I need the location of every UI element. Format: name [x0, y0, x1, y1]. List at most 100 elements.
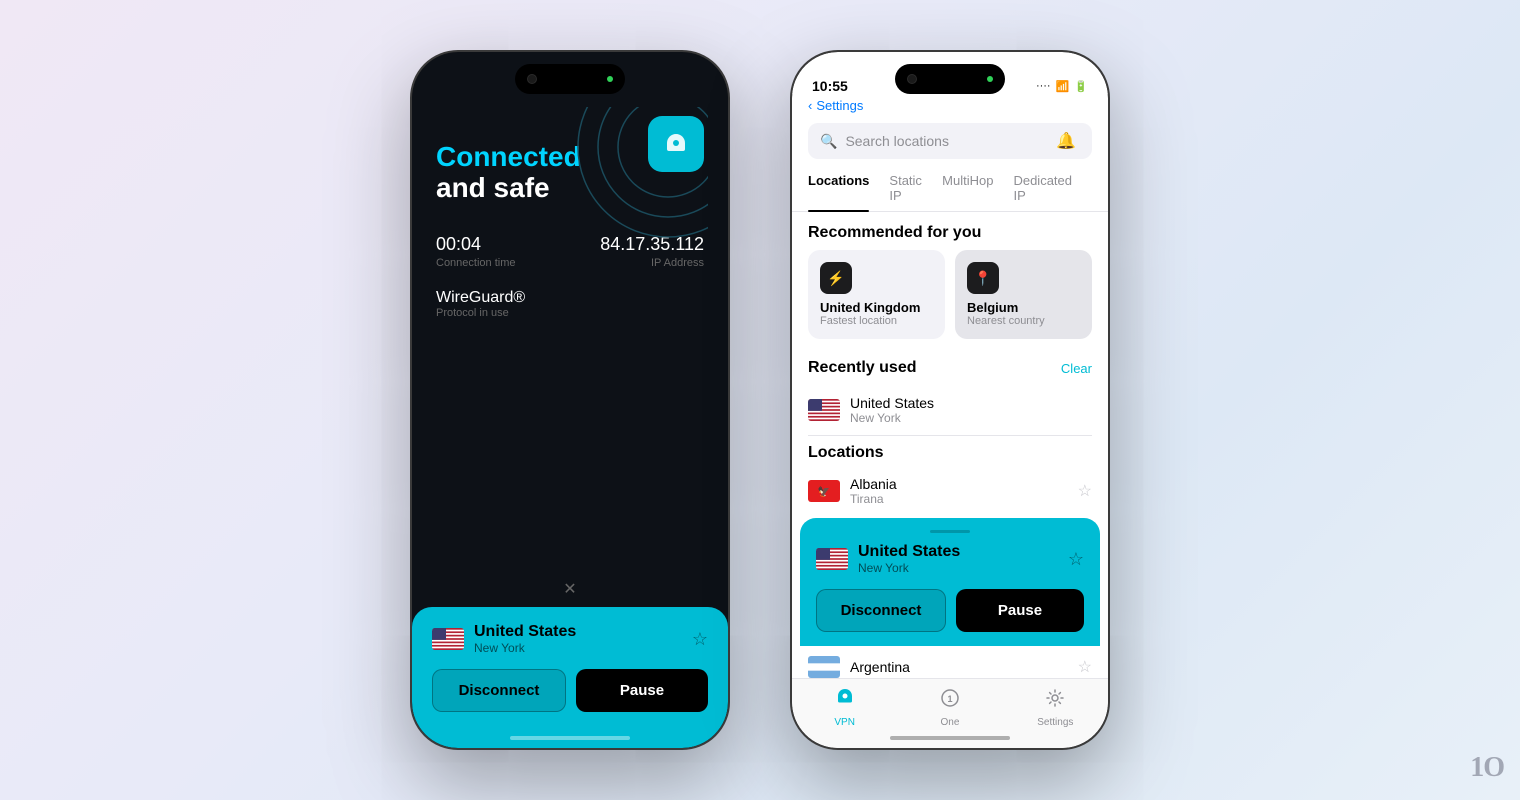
us-flag-active: [816, 548, 848, 570]
watermark: 1O: [1470, 752, 1504, 784]
belgium-sub: Nearest country: [967, 315, 1080, 327]
tab-bar-settings[interactable]: Settings: [1003, 687, 1108, 728]
argentina-flag: [808, 656, 840, 678]
location-info: United States New York: [432, 623, 576, 655]
disconnect-button[interactable]: Disconnect: [432, 669, 566, 712]
albania-flag: 🦅: [808, 480, 840, 502]
battery-icon: 🔋: [1074, 80, 1088, 93]
uk-sub: Fastest location: [820, 315, 933, 327]
tab-bar-one[interactable]: 1 One: [897, 687, 1002, 728]
camera-indicator: [527, 74, 537, 84]
phone1-screen: Connected and safe 00:04 Connection time…: [412, 52, 728, 748]
albania-country: Albania: [850, 476, 1068, 492]
active-location-info: United States New York: [816, 543, 960, 575]
svg-text:🦅: 🦅: [818, 485, 830, 498]
argentina-item[interactable]: Argentina ☆: [792, 646, 1108, 678]
argentina-info: Argentina: [850, 659, 1068, 675]
close-button[interactable]: ✕: [412, 579, 728, 599]
recommended-header: Recommended for you: [792, 212, 1108, 250]
connection-time-stat: 00:04 Connection time: [436, 234, 516, 269]
location-text: United States New York: [474, 623, 576, 655]
svg-text:1: 1: [947, 694, 952, 704]
activity-indicator-2: [987, 76, 993, 82]
back-chevron-icon: ‹: [808, 98, 812, 113]
active-country: United States: [858, 543, 960, 561]
albania-favorite-button[interactable]: ☆: [1078, 481, 1092, 501]
active-favorite-button[interactable]: ☆: [1068, 549, 1084, 570]
protocol-label: Protocol in use: [436, 307, 704, 319]
connection-time-label: Connection time: [436, 257, 516, 269]
home-indicator-2: [890, 736, 1010, 740]
tabs-bar: Locations Static IP MultiHop Dedicated I…: [792, 165, 1108, 212]
ip-address-label: IP Address: [600, 257, 704, 269]
drag-indicator: [930, 530, 970, 533]
active-panel-buttons: Disconnect Pause: [816, 589, 1084, 632]
pause-button[interactable]: Pause: [576, 669, 708, 712]
signal-dots: ····: [1036, 80, 1051, 92]
home-indicator: [510, 736, 630, 740]
activity-indicator: [607, 76, 613, 82]
albania-city: Tirana: [850, 492, 1068, 506]
phone1-bottom-panel: ✕: [412, 579, 728, 748]
recently-used-header: Recently used Clear: [792, 351, 1108, 385]
recommended-belgium[interactable]: 📍 Belgium Nearest country: [955, 250, 1092, 339]
recommended-uk[interactable]: ⚡ United Kingdom Fastest location: [808, 250, 945, 339]
recent-us-country: United States: [850, 395, 1092, 411]
connection-time-value: 00:04: [436, 234, 481, 254]
clear-button[interactable]: Clear: [1061, 361, 1092, 376]
vpn-logo: [648, 116, 704, 172]
search-icon: 🔍: [820, 133, 837, 150]
active-disconnect-button[interactable]: Disconnect: [816, 589, 946, 632]
vpn-tab-icon: [834, 687, 856, 715]
argentina-country: Argentina: [850, 659, 1068, 675]
us-flag-recent: [808, 399, 840, 421]
active-pause-button[interactable]: Pause: [956, 589, 1084, 632]
recent-us-info: United States New York: [850, 395, 1092, 425]
ip-address-stat: 84.17.35.112 IP Address: [600, 234, 704, 269]
protocol-name: WireGuard®: [436, 289, 704, 307]
status-time: 10:55: [812, 78, 848, 94]
bell-icon[interactable]: 🔔: [1056, 131, 1076, 151]
back-navigation[interactable]: ‹ Settings: [792, 94, 1108, 117]
one-tab-icon: 1: [939, 687, 961, 715]
tab-dedicated-ip[interactable]: Dedicated IP: [1013, 165, 1072, 211]
search-bar[interactable]: 🔍 Search locations 🔔: [808, 123, 1092, 159]
tab-locations[interactable]: Locations: [808, 165, 869, 211]
location-country: United States: [474, 623, 576, 641]
uk-country: United Kingdom: [820, 300, 933, 315]
albania-item[interactable]: 🦅 Albania Tirana ☆: [792, 466, 1108, 516]
power-button-2: [1108, 232, 1110, 322]
active-location-container: United States New York ☆ Disconnect Paus…: [792, 518, 1108, 646]
belgium-country: Belgium: [967, 300, 1080, 315]
fastest-icon: ⚡: [820, 262, 852, 294]
active-city: New York: [858, 561, 960, 575]
phone1-main: Connected and safe 00:04 Connection time…: [412, 52, 728, 748]
back-label: Settings: [816, 98, 863, 113]
stats-section: 00:04 Connection time 84.17.35.112 IP Ad…: [436, 234, 704, 269]
recent-us-item[interactable]: United States New York: [792, 385, 1108, 435]
phone2-main: 10:55 ···· 📶 🔋 ‹ Settings 🔍 Search locat…: [792, 52, 1108, 748]
recently-title: Recently used: [808, 359, 916, 377]
favorite-button[interactable]: ☆: [692, 629, 708, 650]
settings-tab-icon: [1044, 687, 1066, 715]
location-city: New York: [474, 641, 576, 655]
action-buttons: Disconnect Pause: [432, 669, 708, 712]
ip-address-value: 84.17.35.112: [600, 234, 704, 254]
vpn-tab-label: VPN: [834, 717, 855, 728]
argentina-favorite-button[interactable]: ☆: [1078, 657, 1092, 677]
protocol-section: WireGuard® Protocol in use: [436, 289, 704, 319]
one-tab-label: One: [941, 717, 960, 728]
tab-static-ip[interactable]: Static IP: [889, 165, 922, 211]
search-input[interactable]: Search locations: [845, 133, 949, 149]
connected-tagline: and safe: [436, 173, 704, 204]
albania-info: Albania Tirana: [850, 476, 1068, 506]
tab-multihop[interactable]: MultiHop: [942, 165, 993, 211]
recent-us-city: New York: [850, 411, 1092, 425]
locations-section-title: Locations: [792, 436, 1108, 466]
status-icons: ···· 📶 🔋: [1036, 80, 1088, 93]
panel-location-row: United States New York ☆: [432, 623, 708, 655]
tab-bar-vpn[interactable]: VPN: [792, 687, 897, 728]
settings-tab-label: Settings: [1037, 717, 1073, 728]
us-flag-icon: [432, 628, 464, 650]
locations-content: Recommended for you ⚡ United Kingdom Fas…: [792, 212, 1108, 678]
